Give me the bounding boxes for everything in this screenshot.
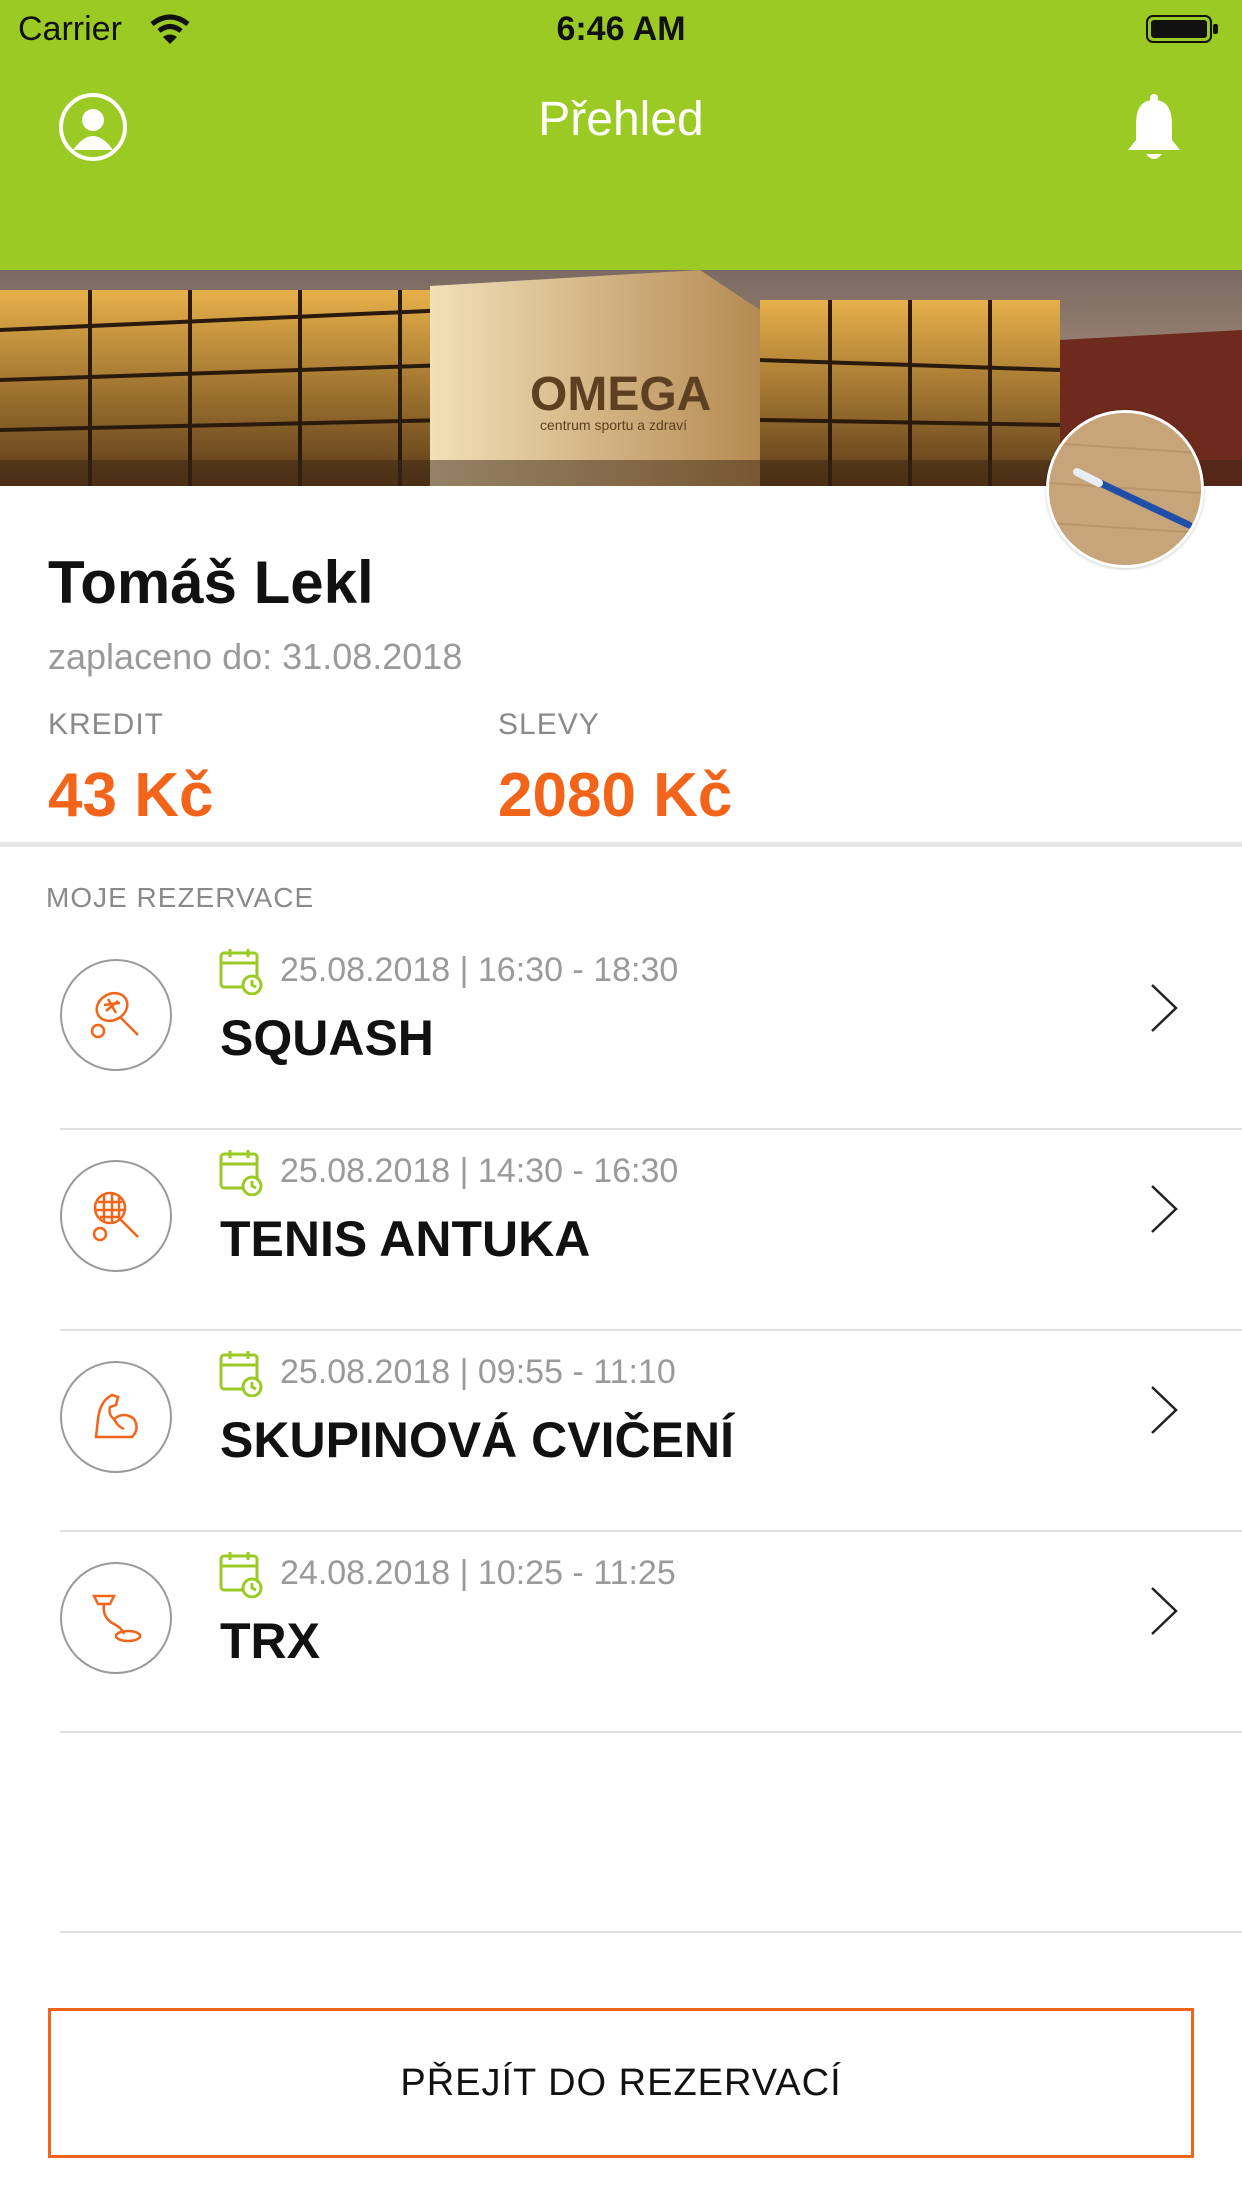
clock: 6:46 AM <box>556 10 686 48</box>
trx-strap-icon <box>60 1562 172 1674</box>
kredit-value: 43 Kč <box>48 761 214 830</box>
reservation-name: TRX <box>220 1613 320 1669</box>
tennis-racket-icon <box>60 1160 172 1272</box>
hero-sign-text: OMEGA <box>530 368 711 421</box>
reservation-name: SQUASH <box>220 1010 434 1066</box>
status-bar: Carrier 6:46 AM <box>0 0 1242 62</box>
flexed-arm-icon <box>60 1361 172 1473</box>
slevy-value: 2080 Kč <box>498 761 733 830</box>
reservation-date: 24.08.2018 | 10:25 - 11:25 <box>280 1554 676 1592</box>
page-title: Přehled <box>538 93 704 146</box>
reservation-date: 25.08.2018 | 14:30 - 16:30 <box>280 1152 679 1190</box>
reservation-name: TENIS ANTUKA <box>220 1211 591 1267</box>
kredit-label: KREDIT <box>48 708 165 741</box>
reservations-title: MOJE REZERVACE <box>46 882 315 913</box>
reservation-date: 25.08.2018 | 09:55 - 11:10 <box>280 1353 676 1391</box>
app-header: Carrier 6:46 AM Přehled <box>0 0 1242 270</box>
calendar-icon <box>219 1351 263 1397</box>
row-divider <box>60 1731 1242 1733</box>
calendar-icon <box>219 1552 263 1598</box>
squash-racket-icon <box>60 959 172 1071</box>
section-divider <box>0 842 1242 847</box>
reservation-row-squash[interactable]: 25.08.2018 | 16:30 - 18:30 SQUASH <box>0 929 1242 1130</box>
reservation-name: SKUPINOVÁ CVIČENÍ <box>220 1412 734 1468</box>
calendar-icon <box>219 1150 263 1196</box>
chevron-right-icon <box>1151 1587 1178 1635</box>
notification-bell-icon[interactable] <box>1124 92 1184 162</box>
chevron-right-icon <box>1151 1185 1178 1233</box>
reservation-date: 25.08.2018 | 16:30 - 18:30 <box>280 951 679 989</box>
reservation-row-tenis[interactable]: 25.08.2018 | 14:30 - 16:30 TENIS ANTUKA <box>0 1130 1242 1331</box>
user-avatar[interactable] <box>1046 410 1204 568</box>
hero-sign-subtext: centrum sportu a zdraví <box>540 417 687 433</box>
battery-icon <box>1146 15 1218 43</box>
user-name: Tomáš Lekl <box>48 549 374 616</box>
calendar-icon <box>219 949 263 995</box>
list-end-divider <box>60 1931 1242 1933</box>
chevron-right-icon <box>1151 1386 1178 1434</box>
go-to-reservations-button[interactable]: PŘEJÍT DO REZERVACÍ <box>48 2008 1194 2158</box>
reservation-row-trx[interactable]: 24.08.2018 | 10:25 - 11:25 TRX <box>0 1532 1242 1733</box>
paid-until: zaplaceno do: 31.08.2018 <box>48 636 463 677</box>
reservation-row-skupinova[interactable]: 25.08.2018 | 09:55 - 11:10 SKUPINOVÁ CVI… <box>0 1331 1242 1532</box>
slevy-label: SLEVY <box>498 708 600 741</box>
chevron-right-icon <box>1151 984 1178 1032</box>
